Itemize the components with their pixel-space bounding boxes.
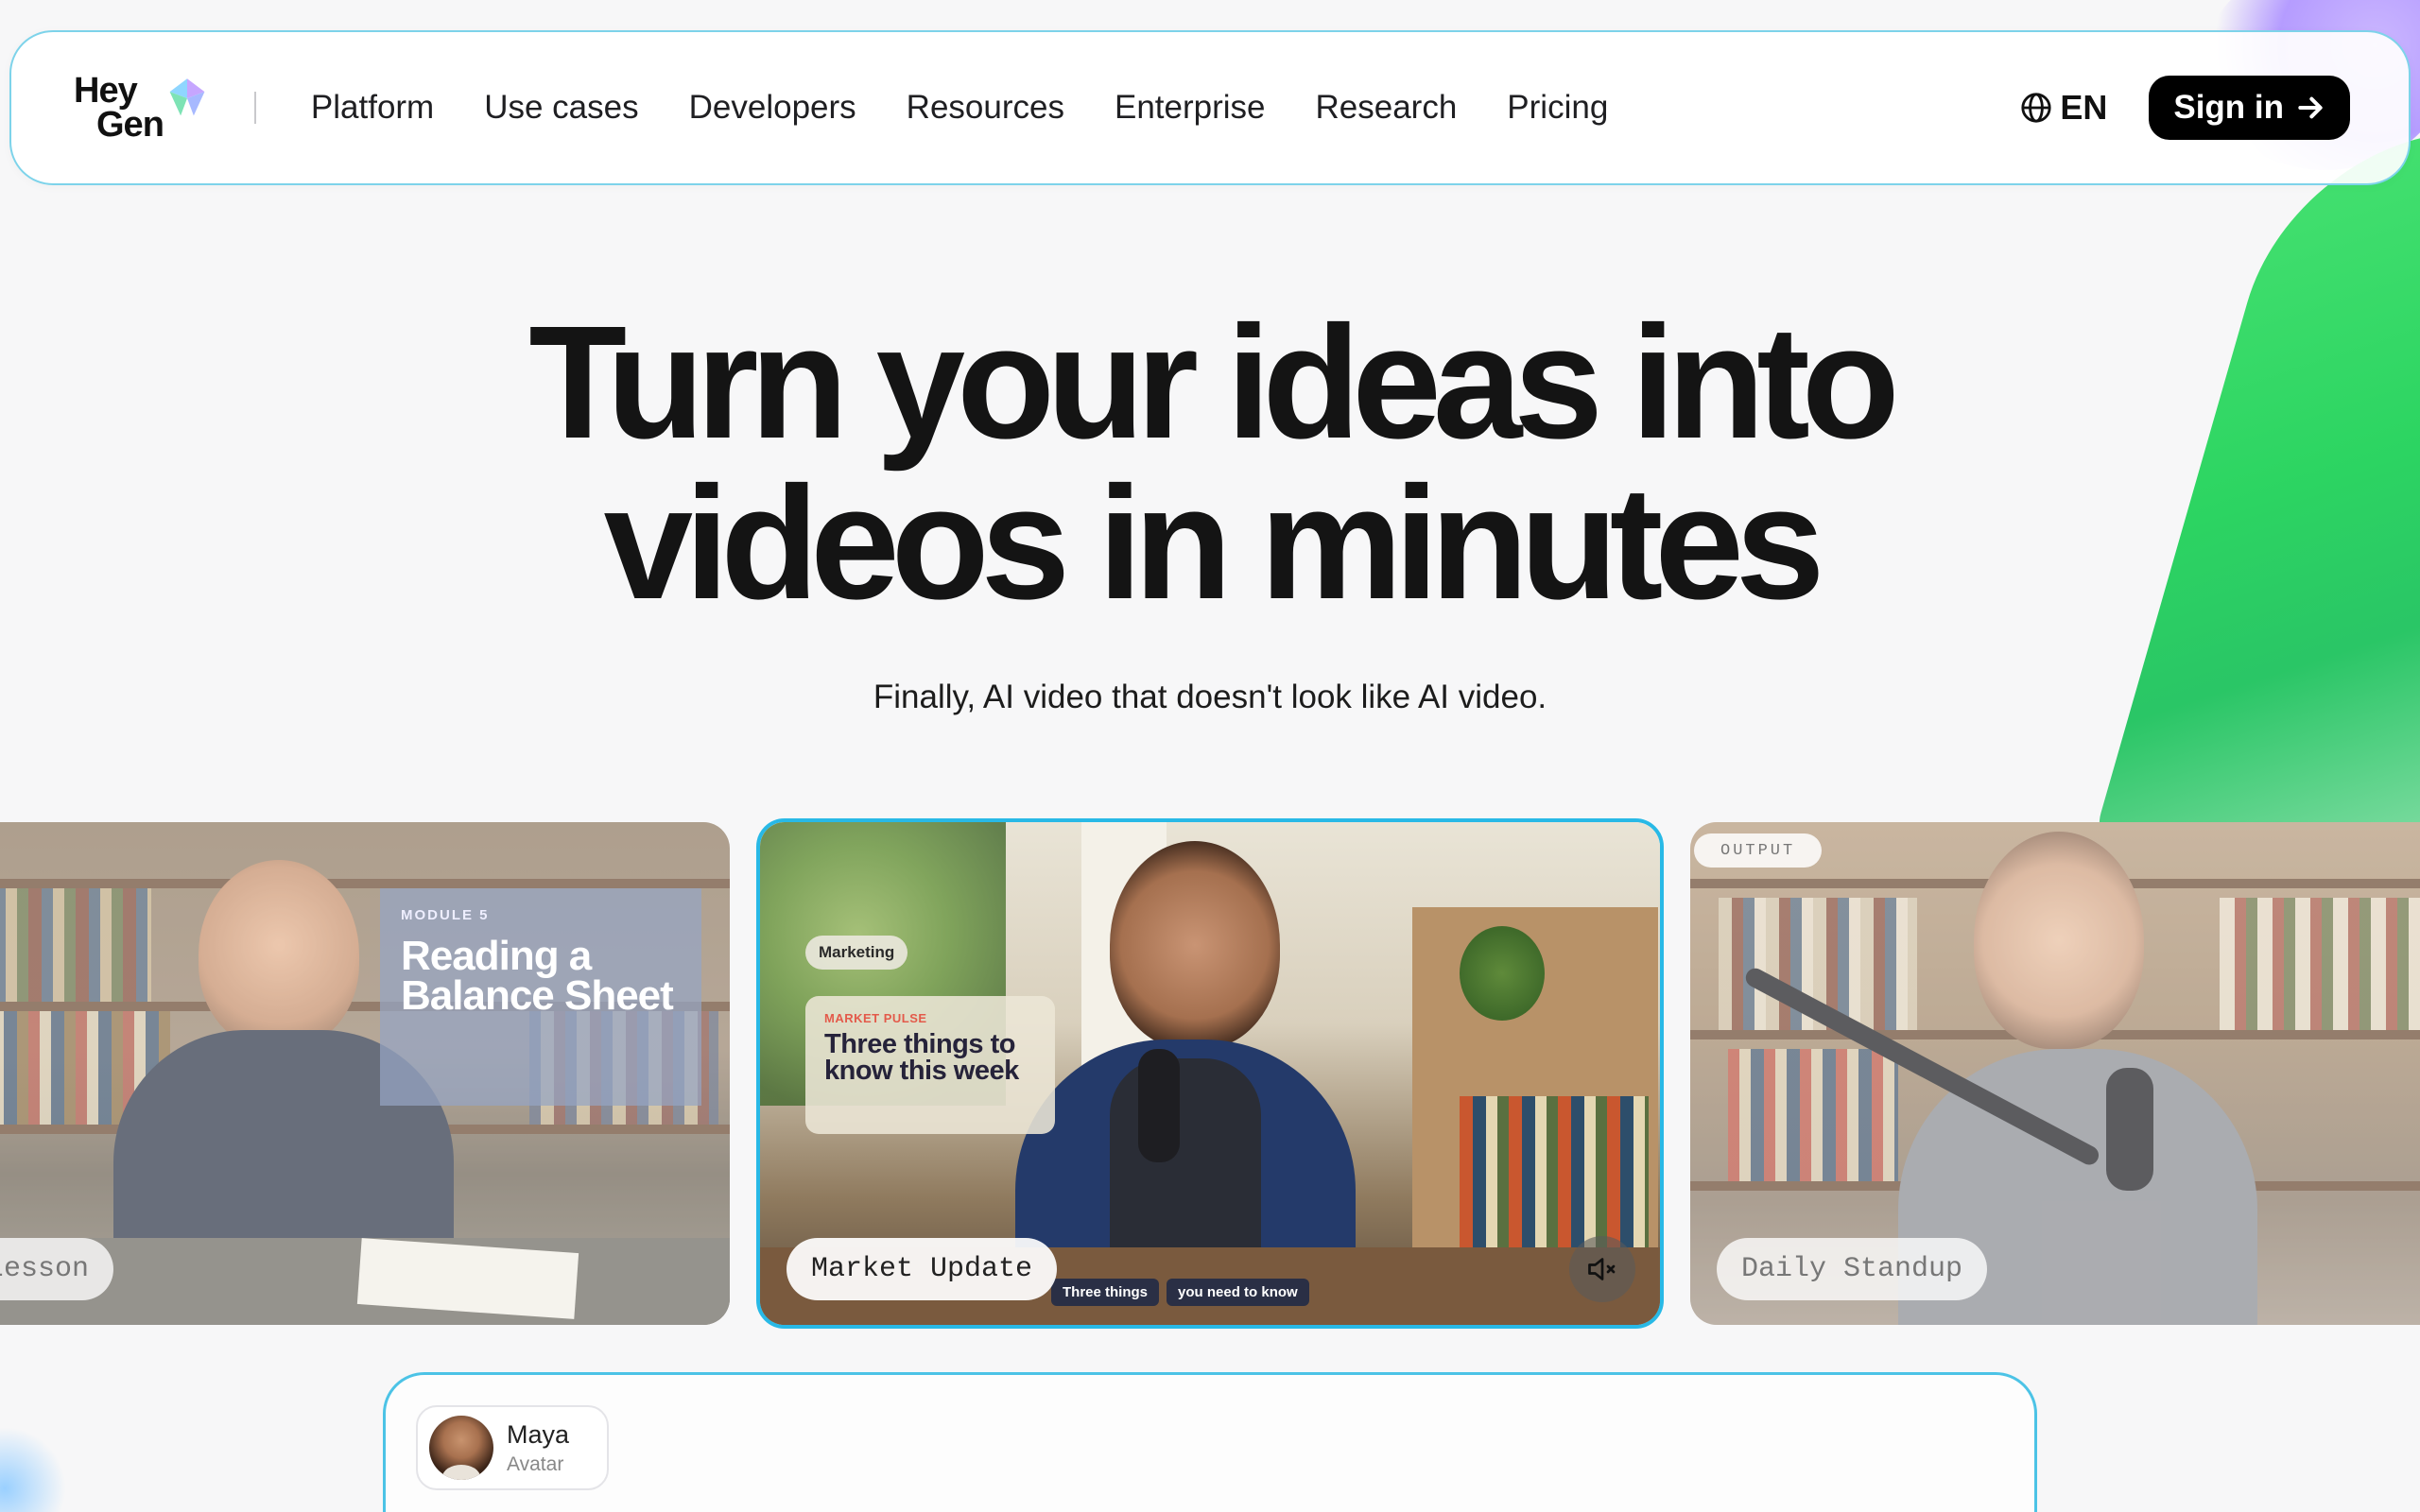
logo-gem-icon [169, 78, 205, 116]
arrow-right-icon [2298, 96, 2323, 119]
video-card-market-update[interactable]: Marketing MARKET PULSE Three things to k… [756, 818, 1664, 1329]
subtitle-captions: Three things you need to know [1051, 1279, 1309, 1306]
nav-right: EN Sign in [2020, 76, 2350, 140]
avatar-name: Maya [507, 1419, 570, 1449]
lesson-module-label: MODULE 5 [401, 907, 490, 923]
video-card-daily-standup[interactable]: OUTPUT Daily Standup [1690, 822, 2420, 1325]
caption-chip-1: Three things [1051, 1279, 1160, 1306]
nav-link-use-cases[interactable]: Use cases [484, 89, 638, 127]
market-update-label-pill: Market Update [786, 1238, 1058, 1300]
nav-link-enterprise[interactable]: Enterprise [1115, 89, 1266, 127]
hero-subtitle: Finally, AI video that doesn't look like… [873, 679, 1547, 715]
lesson-overlay-title: Reading a Balance Sheet [401, 933, 674, 1019]
logo-line-2: Gen [96, 105, 164, 145]
hero-title-line-1: Turn your ideas into [528, 293, 1899, 472]
avatar-selector-chip[interactable]: Maya Avatar [416, 1405, 609, 1490]
market-update-label: Market Update [811, 1253, 1033, 1285]
nav-divider [253, 92, 256, 124]
language-label: EN [2060, 88, 2108, 127]
lesson-label: Lesson [0, 1253, 90, 1285]
nav-links: Platform Use cases Developers Resources … [311, 89, 1658, 127]
nav-link-developers[interactable]: Developers [689, 89, 856, 127]
avatar-role: Avatar [507, 1452, 564, 1475]
prompt-composer[interactable]: Maya Avatar [383, 1372, 2037, 1512]
lesson-label-pill: Lesson [0, 1238, 114, 1300]
marketing-tag: Marketing [805, 936, 908, 970]
output-badge: OUTPUT [1694, 833, 1823, 868]
hero-title-line-2: videos in minutes [603, 454, 1825, 633]
market-pulse-headline: Three things to know this week [824, 1029, 1019, 1086]
sign-in-button[interactable]: Sign in [2149, 76, 2350, 140]
market-pulse-kicker: MARKET PULSE [824, 1011, 927, 1025]
avatar-thumbnail [429, 1416, 493, 1480]
caption-chip-2: you need to know [1167, 1279, 1309, 1306]
nav-link-research[interactable]: Research [1316, 89, 1458, 127]
video-card-lesson[interactable]: MODULE 5 Reading a Balance Sheet Lesson [0, 822, 730, 1325]
daily-standup-label: Daily Standup [1741, 1253, 1963, 1285]
market-pulse-overlay: MARKET PULSE Three things to know this w… [805, 996, 1055, 1134]
nav-link-pricing[interactable]: Pricing [1507, 89, 1608, 127]
top-navbar: Hey Gen Platform Use cases Developers Re… [9, 30, 2411, 185]
mute-toggle-button[interactable] [1569, 1236, 1635, 1302]
logo-wordmark: Hey Gen [74, 71, 164, 145]
globe-icon [2021, 93, 2051, 123]
decorative-blue-blob [0, 1427, 66, 1512]
nav-link-resources[interactable]: Resources [907, 89, 1064, 127]
speaker-muted-icon [1588, 1258, 1616, 1280]
logo-line-1: Hey [74, 71, 138, 111]
hero-title: Turn your ideas into videos in minutes [0, 302, 2420, 624]
lesson-title-overlay: MODULE 5 Reading a Balance Sheet [380, 888, 701, 1106]
sign-in-label: Sign in [2173, 89, 2284, 126]
daily-standup-label-pill: Daily Standup [1717, 1238, 1988, 1300]
nav-link-platform[interactable]: Platform [311, 89, 434, 127]
heygen-logo[interactable]: Hey Gen [74, 71, 209, 145]
language-selector[interactable]: EN [2020, 88, 2107, 128]
avatar-info: Maya Avatar [507, 1420, 569, 1476]
